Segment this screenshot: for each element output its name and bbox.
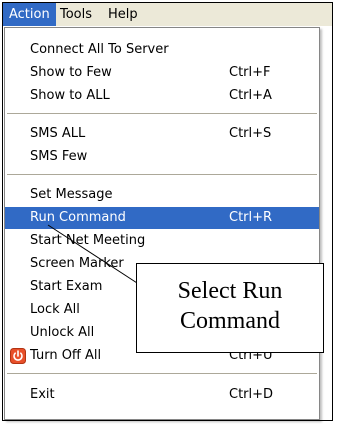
menu-help[interactable]: Help	[102, 3, 144, 26]
menu-item-label: Turn Off All	[30, 348, 102, 363]
menu-item-label: Screen Marker	[30, 256, 124, 271]
menu-item-label: Set Message	[30, 187, 113, 202]
menu-item-show-to-all[interactable]: Show to ALL Ctrl+A	[5, 85, 319, 107]
menu-item-show-to-few[interactable]: Show to Few Ctrl+F	[5, 62, 319, 84]
callout-line-2: Command	[180, 308, 280, 334]
menu-bar: Action Tools Help	[3, 3, 332, 26]
power-icon	[10, 348, 26, 364]
menu-item-connect-all-to-server[interactable]: Connect All To Server	[5, 39, 319, 61]
menu-item-label: SMS ALL	[30, 126, 86, 141]
menu-item-label: Start Net Meeting	[30, 233, 146, 248]
menu-item-label: Connect All To Server	[30, 42, 169, 57]
callout-box: Select Run Command	[136, 263, 324, 353]
menu-item-label: Start Exam	[30, 279, 103, 294]
menu-item-run-command[interactable]: Run Command Ctrl+R	[5, 207, 319, 229]
menu-tools[interactable]: Tools	[54, 3, 98, 26]
menu-item-shortcut: Ctrl+F	[229, 65, 271, 80]
menu-item-shortcut: Ctrl+R	[229, 210, 273, 225]
menu-item-sms-few[interactable]: SMS Few	[5, 146, 319, 168]
callout-line-1: Select Run	[177, 278, 283, 304]
menu-item-set-message[interactable]: Set Message	[5, 184, 319, 206]
menu-action[interactable]: Action	[3, 3, 56, 26]
menu-item-shortcut: Ctrl+D	[229, 387, 274, 402]
menu-item-start-net-meeting[interactable]: Start Net Meeting	[5, 230, 319, 252]
menu-separator	[7, 113, 317, 114]
menu-item-label: SMS Few	[30, 149, 88, 164]
menu-item-label: Lock All	[30, 302, 80, 317]
menu-item-shortcut: Ctrl+S	[229, 126, 272, 141]
menu-item-label: Show to ALL	[30, 88, 110, 103]
menu-item-label: Unlock All	[30, 325, 95, 340]
menu-item-sms-all[interactable]: SMS ALL Ctrl+S	[5, 123, 319, 145]
menu-item-label: Exit	[30, 387, 55, 402]
menu-separator	[7, 174, 317, 175]
menu-separator	[7, 373, 317, 374]
menu-item-exit[interactable]: Exit Ctrl+D	[5, 384, 319, 406]
action-dropdown-menu: Connect All To Server Show to Few Ctrl+F…	[4, 27, 320, 420]
menu-item-shortcut: Ctrl+A	[229, 88, 272, 103]
menu-item-label: Run Command	[30, 210, 126, 225]
menu-item-label: Show to Few	[30, 65, 112, 80]
